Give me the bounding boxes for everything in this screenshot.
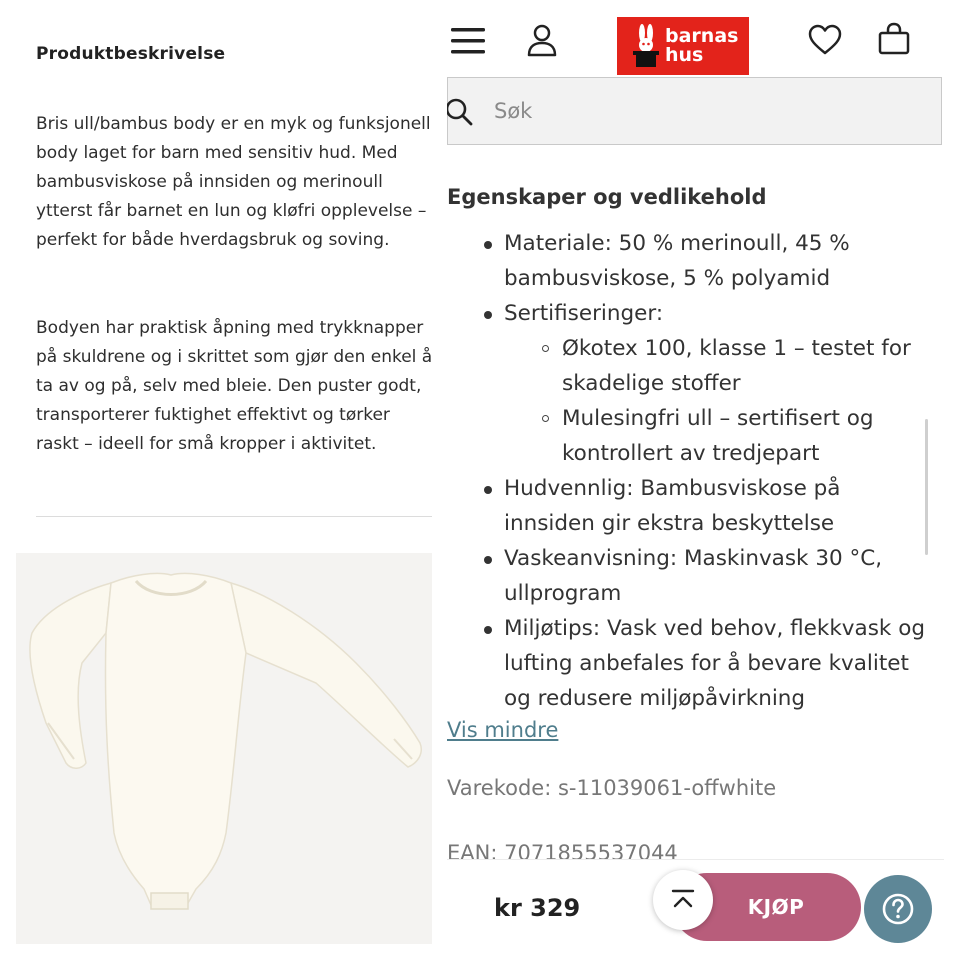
search-input[interactable]: Søk <box>447 77 942 145</box>
description-paragraph: Bodyen har praktisk åpning med trykknapp… <box>36 318 432 454</box>
user-icon[interactable] <box>525 22 559 58</box>
logo-text: barnas <box>665 25 739 47</box>
scrollbar[interactable] <box>925 419 928 555</box>
heart-icon[interactable] <box>807 24 843 56</box>
purchase-bar: kr 329 KJØP <box>447 859 944 944</box>
search-icon <box>447 98 473 126</box>
hamburger-menu-icon[interactable] <box>449 26 489 56</box>
help-button[interactable] <box>864 875 932 943</box>
rabbit-hat-icon <box>633 24 659 67</box>
barnas-hus-logo[interactable]: barnas hus <box>617 17 749 75</box>
scroll-to-top-button[interactable] <box>653 870 713 930</box>
description-paragraph: Bris ull/bambus body er en myk og funksj… <box>36 114 431 250</box>
product-page: barnas hus Søk Egenskaper og vedlikehold… <box>447 16 944 944</box>
price: kr 329 <box>494 894 581 922</box>
list-item: Sertifiseringer: <box>447 296 937 331</box>
product-image <box>16 553 432 944</box>
search-placeholder: Søk <box>494 99 533 123</box>
properties-list: Materiale: 50 % merinoull, 45 % bambusvi… <box>447 226 937 716</box>
baby-bodysuit-image <box>29 572 422 910</box>
shopping-bag-icon[interactable] <box>877 22 911 56</box>
sub-list-item: Økotex 100, klasse 1 – testet for skadel… <box>447 331 937 401</box>
properties-title: Egenskaper og vedlikehold <box>447 185 767 209</box>
divider <box>36 516 432 517</box>
logo-text: hus <box>665 44 704 66</box>
list-item: Hudvennlig: Bambusviskose på innsiden gi… <box>447 471 937 541</box>
sub-list-item: Mulesingfri ull – sertifisert og kontrol… <box>447 401 937 471</box>
product-description-panel: Produktbeskrivelse Bris ull/bambus body … <box>16 16 432 533</box>
section-title: Produktbeskrivelse <box>36 44 226 64</box>
list-item: Miljøtips: Vask ved behov, flekkvask og … <box>447 611 937 716</box>
chevron-up-icon <box>671 889 695 908</box>
list-item: Vaskeanvisning: Maskinvask 30 °C, ullpro… <box>447 541 937 611</box>
list-item: Materiale: 50 % merinoull, 45 % bambusvi… <box>447 226 937 296</box>
show-less-link[interactable]: Vis mindre <box>447 718 558 742</box>
sku-text: Varekode: s-11039061-offwhite <box>447 776 777 800</box>
question-mark-icon <box>882 893 914 925</box>
